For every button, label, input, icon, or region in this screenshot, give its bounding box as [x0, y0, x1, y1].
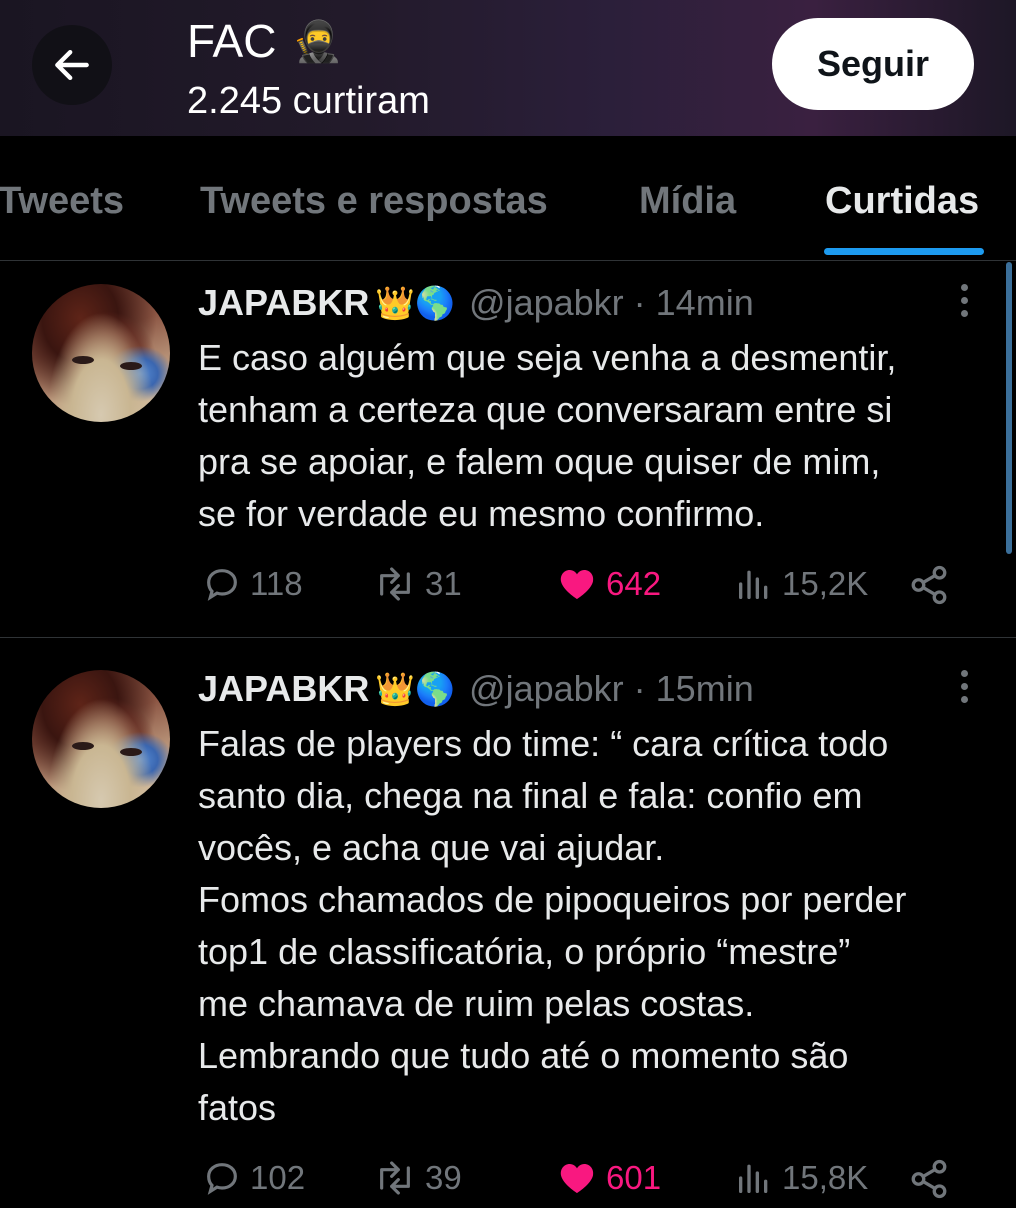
reply-icon	[207, 569, 237, 601]
view-count: 15,2K	[782, 565, 869, 602]
author-name[interactable]: JAPABKR	[198, 282, 369, 324]
author-emojis: 👑🌎	[375, 670, 456, 708]
like-count: 642	[606, 565, 662, 602]
heart-filled-icon	[560, 570, 594, 599]
profile-tabs: Tweets Tweets e respostas Mídia Curtidas	[0, 136, 1016, 261]
views-icon	[739, 570, 768, 599]
retweet-button[interactable]: 39	[373, 1158, 462, 1198]
share-icon	[911, 1159, 947, 1199]
tweet-meta: JAPABKR 👑🌎 @japabkr · 15min	[198, 668, 754, 710]
follow-button[interactable]: Seguir	[772, 18, 974, 110]
more-options-icon[interactable]	[955, 668, 975, 708]
share-button[interactable]	[908, 564, 958, 606]
active-tab-indicator	[824, 248, 984, 255]
tweet-text: Falas de players do time: “ cara crítica…	[198, 723, 907, 1128]
views-button[interactable]: 15,2K	[734, 564, 868, 604]
author-emojis: 👑🌎	[375, 284, 456, 322]
reply-count: 102	[250, 1159, 306, 1196]
like-count: 601	[606, 1159, 662, 1196]
tweet-actions: 102 39 601 15,8K	[198, 1158, 998, 1208]
retweet-count: 31	[425, 565, 462, 602]
tweet[interactable]: JAPABKR 👑🌎 @japabkr · 14min E caso algué…	[0, 262, 1016, 637]
tab-likes[interactable]: Curtidas	[825, 180, 979, 223]
views-button[interactable]: 15,8K	[734, 1158, 868, 1198]
author-handle[interactable]: @japabkr	[469, 668, 624, 710]
reply-icon	[207, 1163, 237, 1195]
view-count: 15,8K	[782, 1159, 869, 1196]
author-name[interactable]: JAPABKR	[198, 668, 369, 710]
profile-header: FAC 🥷 2.245 curtiram Seguir	[0, 0, 1016, 136]
profile-title: FAC 🥷	[187, 14, 342, 68]
reply-button[interactable]: 102	[202, 1158, 305, 1198]
author-handle[interactable]: @japabkr	[469, 282, 624, 324]
avatar[interactable]	[32, 284, 170, 422]
heart-filled-icon	[560, 1164, 594, 1193]
retweet-button[interactable]: 31	[373, 564, 462, 604]
ninja-emoji: 🥷	[292, 18, 343, 65]
profile-name: FAC	[187, 15, 277, 67]
likes-count: 2.245 curtiram	[187, 80, 430, 122]
reply-button[interactable]: 118	[202, 564, 303, 604]
tweet-text: E caso alguém que seja venha a desmentir…	[198, 337, 897, 534]
tweet-meta: JAPABKR 👑🌎 @japabkr · 14min	[198, 282, 754, 324]
like-button[interactable]: 642	[556, 564, 661, 604]
tweet-actions: 118 31 642 15,2K	[198, 564, 998, 614]
tab-tweets-and-replies[interactable]: Tweets e respostas	[200, 180, 548, 223]
share-icon	[911, 565, 947, 605]
tweet-time[interactable]: · 14min	[634, 282, 754, 324]
share-button[interactable]	[908, 1158, 958, 1200]
more-options-icon[interactable]	[955, 282, 975, 322]
avatar[interactable]	[32, 670, 170, 808]
retweet-icon	[380, 567, 410, 601]
retweet-count: 39	[425, 1159, 462, 1196]
arrow-left-icon	[55, 49, 89, 81]
back-button[interactable]	[32, 25, 112, 105]
like-button[interactable]: 601	[556, 1158, 661, 1198]
tweet[interactable]: JAPABKR 👑🌎 @japabkr · 15min Falas de pla…	[0, 638, 1016, 1200]
views-icon	[739, 1164, 768, 1193]
retweet-icon	[380, 1161, 410, 1195]
reply-count: 118	[250, 565, 303, 602]
tab-tweets[interactable]: Tweets	[0, 180, 124, 223]
tweet-time[interactable]: · 15min	[634, 668, 754, 710]
tab-media[interactable]: Mídia	[639, 180, 736, 223]
